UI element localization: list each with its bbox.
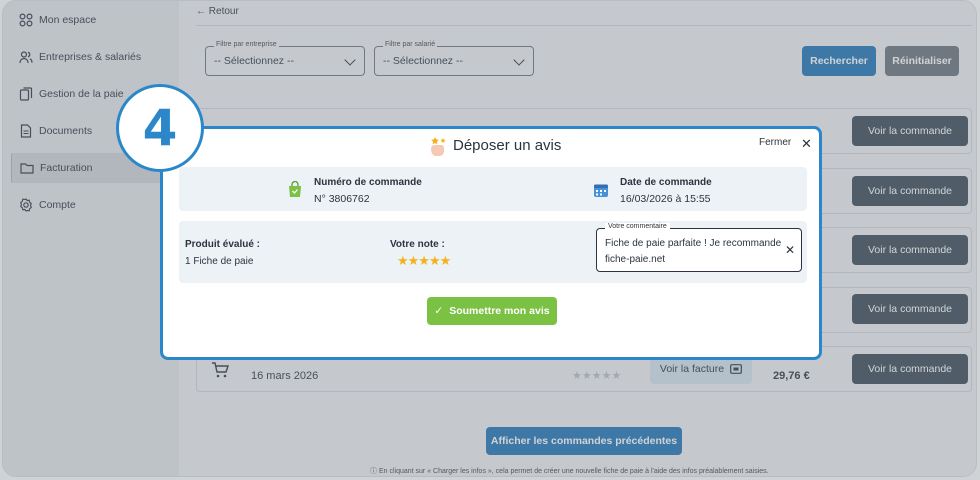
- order-number-label: Numéro de commande: [314, 177, 422, 188]
- rating-stars-input[interactable]: ★★★★★: [397, 253, 451, 269]
- rating-label: Votre note :: [390, 239, 445, 250]
- submit-review-label: Soumettre mon avis: [449, 305, 550, 317]
- comment-label: Votre commentaire: [605, 223, 670, 230]
- order-number: N° 3806762: [314, 193, 370, 205]
- modal-title: Déposer un avis: [453, 137, 562, 154]
- close-button[interactable]: Fermer: [759, 137, 791, 148]
- submit-review-button[interactable]: ✓ Soumettre mon avis: [427, 297, 557, 325]
- review-form-box: Produit évalué : 1 Fiche de paie Votre n…: [179, 221, 807, 283]
- order-date-label: Date de commande: [620, 177, 712, 188]
- product-value: 1 Fiche de paie: [185, 256, 254, 267]
- review-hand-icon: [431, 137, 446, 156]
- clear-comment-icon[interactable]: ✕: [785, 243, 795, 257]
- shopping-bag-icon: [289, 181, 301, 197]
- step-number-badge: 4: [116, 84, 204, 172]
- check-icon: ✓: [434, 305, 444, 317]
- order-info-box: Numéro de commande N° 3806762 Date de co…: [179, 167, 807, 211]
- close-icon[interactable]: ✕: [801, 136, 812, 152]
- comment-textarea[interactable]: Votre commentaire Fiche de paie parfaite…: [596, 223, 802, 272]
- order-date-value: 16/03/2026 à 15:55: [620, 193, 711, 205]
- calendar-icon: [594, 184, 608, 197]
- comment-text: Fiche de paie parfaite ! Je recommande f…: [605, 238, 782, 265]
- product-label: Produit évalué :: [185, 239, 261, 250]
- review-modal: Déposer un avis Fermer ✕ Numéro de comma…: [160, 126, 822, 360]
